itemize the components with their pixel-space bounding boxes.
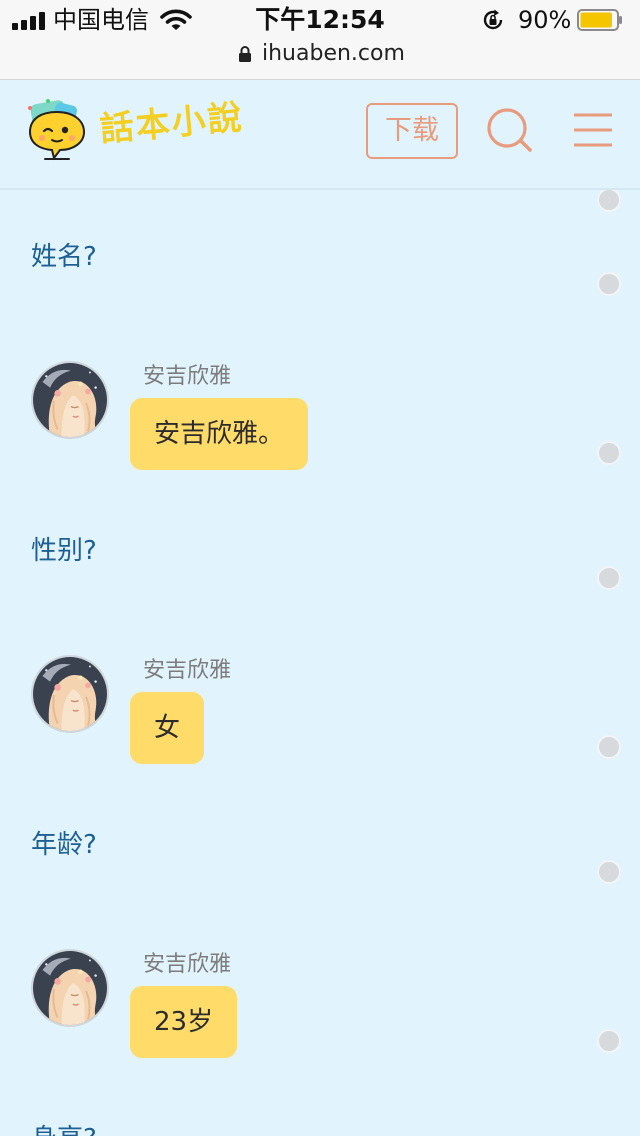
site-header: 話本小說 下载 <box>0 80 640 190</box>
character-avatar[interactable] <box>31 361 109 439</box>
character-name: 安吉欣雅 <box>143 952 232 977</box>
narrator-question: 姓名? <box>31 242 97 272</box>
hamburger-menu-icon[interactable] <box>572 112 614 148</box>
character-avatar[interactable] <box>31 655 109 733</box>
mascot-icon <box>28 99 86 161</box>
lock-icon <box>239 46 251 62</box>
search-icon[interactable] <box>485 106 535 156</box>
chat-bubble: 23岁 <box>130 986 238 1058</box>
comment-dot[interactable] <box>597 566 621 590</box>
comment-dot[interactable] <box>597 860 621 884</box>
comment-dot[interactable] <box>597 441 621 465</box>
rotation-lock-icon <box>483 9 503 30</box>
logo-text: 話本小說 <box>98 97 246 150</box>
comment-dot[interactable] <box>597 1029 621 1053</box>
narrator-question: 身高? <box>31 1123 97 1136</box>
site-logo[interactable]: 話本小說 <box>24 98 264 164</box>
story-chat-feed[interactable]: 姓名? 安吉欣雅 安吉欣雅。 性别? 安吉欣雅 女 年龄? 安吉欣雅 23岁 身… <box>0 190 640 1136</box>
download-button[interactable]: 下载 <box>366 103 458 159</box>
character-avatar[interactable] <box>31 949 109 1027</box>
battery-percentage: 90% <box>518 6 572 34</box>
comment-dot[interactable] <box>597 272 621 296</box>
url-text[interactable]: ihuaben.com <box>262 40 405 68</box>
status-bar: 中国电信 下午12:54 90% <box>0 0 640 40</box>
browser-url-bar[interactable]: ihuaben.com <box>0 40 640 80</box>
chat-bubble: 女 <box>130 692 205 764</box>
comment-dot[interactable] <box>597 735 621 759</box>
character-name: 安吉欣雅 <box>143 658 232 683</box>
narrator-question: 年龄? <box>31 830 97 860</box>
narrator-question: 性别? <box>31 536 97 566</box>
comment-dot[interactable] <box>597 190 621 212</box>
chat-bubble: 安吉欣雅。 <box>130 398 309 470</box>
battery-icon <box>577 9 622 31</box>
character-name: 安吉欣雅 <box>143 364 232 389</box>
